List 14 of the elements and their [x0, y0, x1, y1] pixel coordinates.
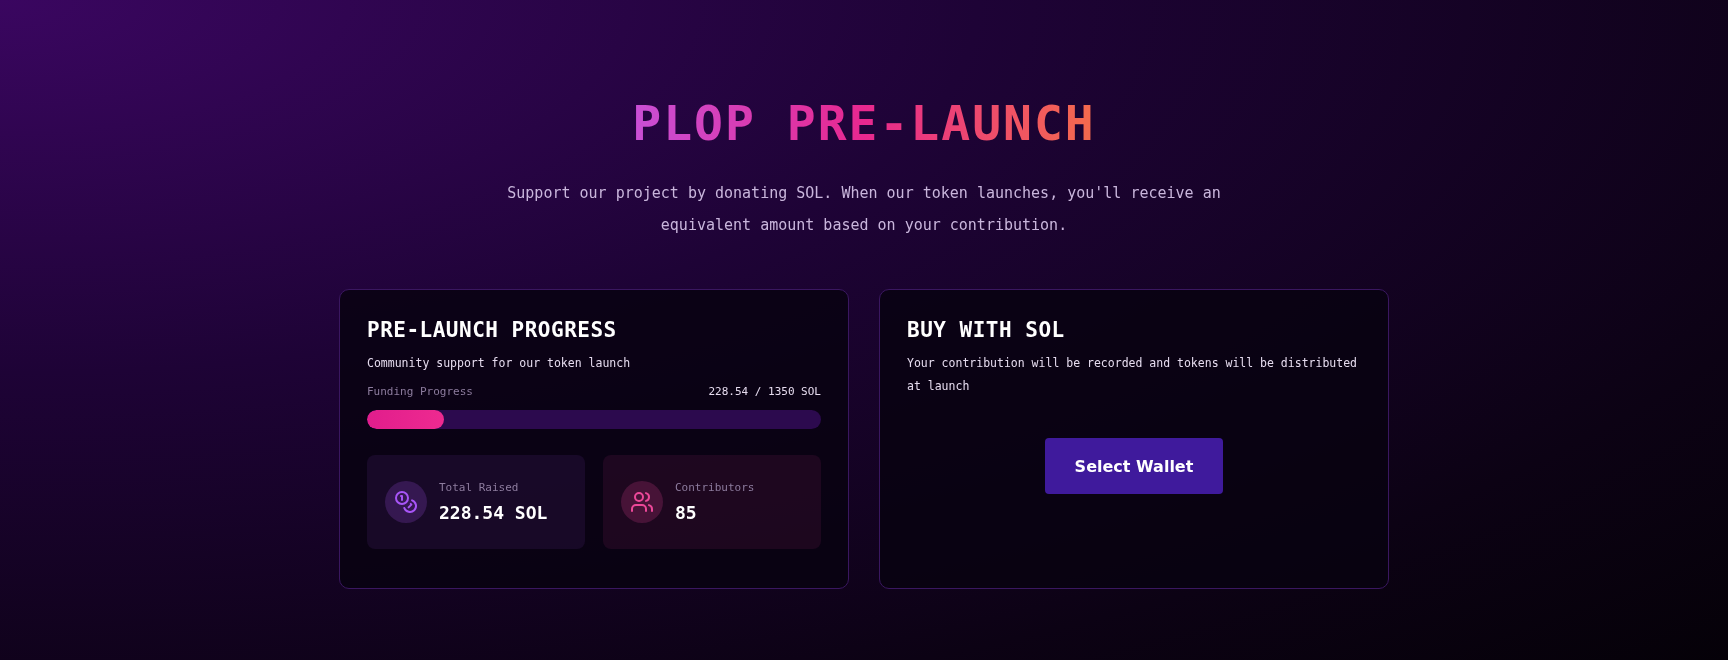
card-description: Your contribution will be recorded and tokens will be distributed at launch: [907, 355, 1359, 395]
select-wallet-button[interactable]: Select Wallet: [1045, 438, 1223, 494]
stat-label: Total Raised: [439, 481, 520, 494]
progress-label: Funding Progress: [367, 385, 473, 398]
stat-value: 85: [675, 502, 698, 523]
card-heading: PRE-LAUNCH PROGRESS: [367, 318, 618, 342]
coins-icon: [394, 490, 418, 514]
stat-value: 228.54 SOL: [439, 502, 548, 523]
card-heading: BUY WITH SOL: [907, 318, 1066, 342]
stat-label: Contributors: [675, 481, 755, 494]
page-subtitle: Support our project by donating SOL. When our token launches, you'll receive an equivalent amount based on your contribution.: [506, 183, 1222, 236]
card-description: Community support for our token launch: [367, 355, 632, 372]
users-icon: [630, 490, 654, 514]
progress-reading: 228.54 / 1350 SOL: [708, 385, 821, 398]
